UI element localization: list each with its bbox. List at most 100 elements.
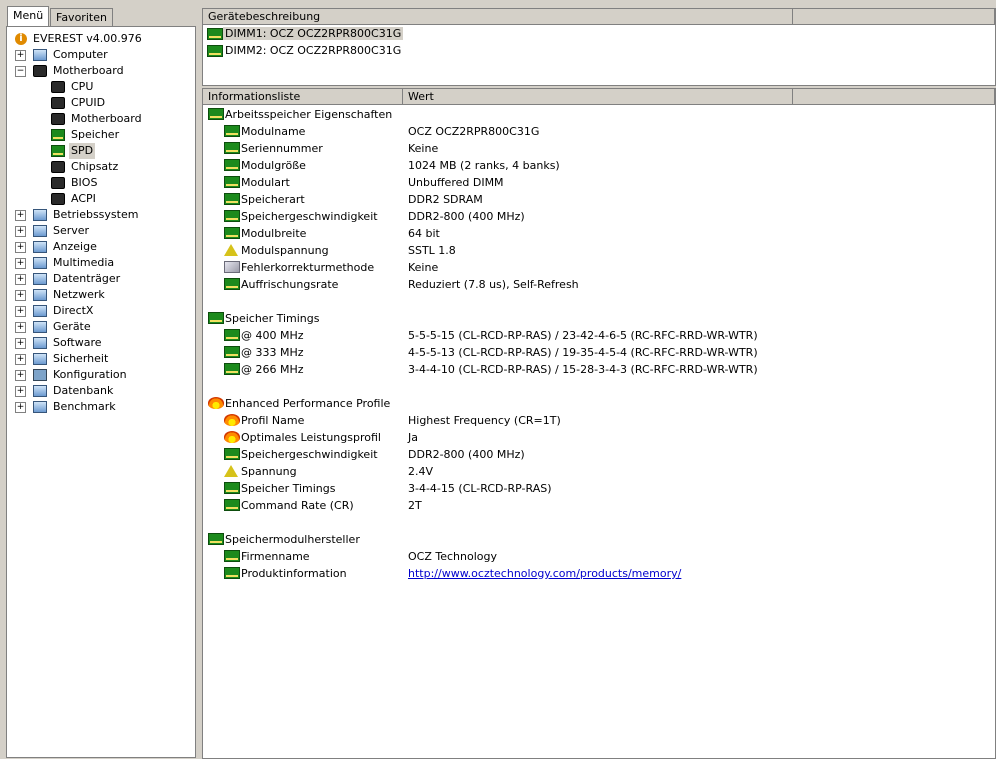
tree-item-bios[interactable]: BIOS xyxy=(7,175,195,191)
expand-icon[interactable]: + xyxy=(15,322,26,333)
ram-module-icon xyxy=(224,499,240,511)
info-row[interactable]: @ 266 MHz 3-4-4-10 (CL-RCD-RP-RAS) / 15-2… xyxy=(203,361,993,378)
navigation-tree[interactable]: i EVEREST v4.00.976 + Computer − Motherboard C… xyxy=(6,26,196,758)
info-row[interactable]: Modulspannung SSTL 1.8 xyxy=(203,242,993,259)
tree-item-anzeige[interactable]: + Anzeige xyxy=(7,239,195,255)
info-row[interactable]: Optimales Leistungsprofil Ja xyxy=(203,429,993,446)
info-row[interactable]: Produktinformation http://www.ocztechnolo… xyxy=(203,565,993,582)
info-row[interactable]: Speicher Timings 3-4-4-15 (CL-RCD-RP-RAS) xyxy=(203,480,993,497)
expand-icon[interactable]: + xyxy=(15,370,26,381)
expand-icon[interactable]: + xyxy=(15,226,26,237)
cpu-chip-icon xyxy=(51,97,65,109)
tree-item-label: DirectX xyxy=(53,304,94,317)
info-row-label: Auffrischungsrate xyxy=(241,278,339,291)
tree-item-multimedia[interactable]: + Multimedia xyxy=(7,255,195,271)
expand-icon[interactable]: + xyxy=(15,402,26,413)
tree-item-directx[interactable]: + DirectX xyxy=(7,303,195,319)
info-row-label: Firmenname xyxy=(241,550,310,563)
info-row[interactable]: @ 333 MHz 4-5-5-13 (CL-RCD-RP-RAS) / 19-3… xyxy=(203,344,993,361)
tree-item-spd[interactable]: SPD xyxy=(7,143,195,159)
tree-item-cpuid[interactable]: CPUID xyxy=(7,95,195,111)
dimm-item[interactable]: DIMM2: OCZ OCZ2RPR800C31G xyxy=(207,43,403,59)
info-row[interactable]: Spannung 2.4V xyxy=(203,463,993,480)
info-row[interactable]: Modulgröße 1024 MB (2 ranks, 4 banks) xyxy=(203,157,993,174)
info-row[interactable]: Seriennummer Keine xyxy=(203,140,993,157)
tree-item-computer[interactable]: + Computer xyxy=(7,47,195,63)
tree-item-label: Netzwerk xyxy=(53,288,105,301)
tab-menu[interactable]: Menü xyxy=(7,6,50,27)
column-header-empty[interactable] xyxy=(793,89,995,105)
tree-item-datenträger[interactable]: + Datenträger xyxy=(7,271,195,287)
expand-icon[interactable]: + xyxy=(15,354,26,365)
dimm-item[interactable]: DIMM1: OCZ OCZ2RPR800C31G xyxy=(207,26,404,42)
ram-module-icon xyxy=(208,533,224,545)
info-row[interactable]: Modulname OCZ OCZ2RPR800C31G xyxy=(203,123,993,140)
info-row[interactable]: Speicherart DDR2 SDRAM xyxy=(203,191,993,208)
link-ram-icon xyxy=(224,567,240,579)
info-row[interactable]: Modulart Unbuffered DIMM xyxy=(203,174,993,191)
info-row-value: 2T xyxy=(408,499,422,512)
info-row-value: DDR2-800 (400 MHz) xyxy=(408,448,525,461)
section-header: Speichermodulhersteller xyxy=(203,531,993,548)
info-row-label: Speicherart xyxy=(241,193,305,206)
info-row[interactable]: Firmenname OCZ Technology xyxy=(203,548,993,565)
info-row[interactable]: Auffrischungsrate Reduziert (7.8 us), Sel… xyxy=(203,276,993,293)
expand-icon[interactable]: + xyxy=(15,274,26,285)
device-description-header-empty[interactable] xyxy=(793,9,995,25)
tree-item-motherboard[interactable]: − Motherboard xyxy=(7,63,195,79)
tree-item-label: Chipsatz xyxy=(71,160,119,173)
tree-root-label: EVEREST v4.00.976 xyxy=(33,32,142,45)
info-row[interactable]: @ 400 MHz 5-5-5-15 (CL-RCD-RP-RAS) / 23-4… xyxy=(203,327,993,344)
info-row[interactable]: Speichergeschwindigkeit DDR2-800 (400 MHz… xyxy=(203,208,993,225)
tab-favorites[interactable]: Favoriten xyxy=(50,8,113,27)
collapse-icon[interactable]: − xyxy=(15,66,26,77)
info-row[interactable]: Profil Name Highest Frequency (CR=1T) xyxy=(203,412,993,429)
expand-icon[interactable]: + xyxy=(15,290,26,301)
tree-item-betriebssystem[interactable]: + Betriebssystem xyxy=(7,207,195,223)
tree-item-konfiguration[interactable]: + Konfiguration xyxy=(7,367,195,383)
tree-item-sicherheit[interactable]: + Sicherheit xyxy=(7,351,195,367)
ram-module-icon xyxy=(208,108,224,120)
info-row-value: 1024 MB (2 ranks, 4 banks) xyxy=(408,159,560,172)
info-row[interactable]: Speichergeschwindigkeit DDR2-800 (400 MHz… xyxy=(203,446,993,463)
tree-item-geräte[interactable]: + Geräte xyxy=(7,319,195,335)
expand-icon[interactable]: + xyxy=(15,50,26,61)
computer-icon xyxy=(33,49,47,61)
ram-module-icon xyxy=(224,193,240,205)
device-description-header[interactable]: Gerätebeschreibung xyxy=(203,9,793,25)
tree-item-datenbank[interactable]: + Datenbank xyxy=(7,383,195,399)
info-row[interactable]: Modulbreite 64 bit xyxy=(203,225,993,242)
info-row[interactable]: Command Rate (CR) 2T xyxy=(203,497,993,514)
info-row-label: Spannung xyxy=(241,465,297,478)
windows-icon xyxy=(33,209,47,221)
tree-item-netzwerk[interactable]: + Netzwerk xyxy=(7,287,195,303)
info-row-label: Speichergeschwindigkeit xyxy=(241,210,378,223)
tree-item-label: CPUID xyxy=(71,96,106,109)
info-row[interactable]: Fehlerkorrekturmethode Keine xyxy=(203,259,993,276)
tree-item-server[interactable]: + Server xyxy=(7,223,195,239)
tree-item-label: Betriebssystem xyxy=(53,208,139,221)
tree-item-chipsatz[interactable]: Chipsatz xyxy=(7,159,195,175)
expand-icon[interactable]: + xyxy=(15,306,26,317)
tree-item-motherboard-sub[interactable]: Motherboard xyxy=(7,111,195,127)
tree-item-label: SPD xyxy=(69,143,96,159)
expand-icon[interactable]: + xyxy=(15,258,26,269)
tree-item-label: Motherboard xyxy=(71,112,142,125)
info-row-value: Unbuffered DIMM xyxy=(408,176,504,189)
voltage-warning-icon xyxy=(224,244,238,256)
expand-icon[interactable]: + xyxy=(15,338,26,349)
expand-icon[interactable]: + xyxy=(15,242,26,253)
info-row-label: Seriennummer xyxy=(241,142,323,155)
column-header-value[interactable]: Wert xyxy=(403,89,793,105)
expand-icon[interactable]: + xyxy=(15,210,26,221)
tree-item-software[interactable]: + Software xyxy=(7,335,195,351)
product-info-link[interactable]: http://www.ocztechnology.com/products/me… xyxy=(408,565,681,582)
tree-item-acpi[interactable]: ACPI xyxy=(7,191,195,207)
tree-item-speicher[interactable]: Speicher xyxy=(7,127,195,143)
tree-item-benchmark[interactable]: + Benchmark xyxy=(7,399,195,415)
column-header-information[interactable]: Informationsliste xyxy=(203,89,403,105)
expand-icon[interactable]: + xyxy=(15,386,26,397)
info-row-value: OCZ OCZ2RPR800C31G xyxy=(408,125,540,138)
device-description-panel: Gerätebeschreibung DIMM1: OCZ OCZ2RPR800… xyxy=(202,8,996,86)
tree-item-cpu[interactable]: CPU xyxy=(7,79,195,95)
